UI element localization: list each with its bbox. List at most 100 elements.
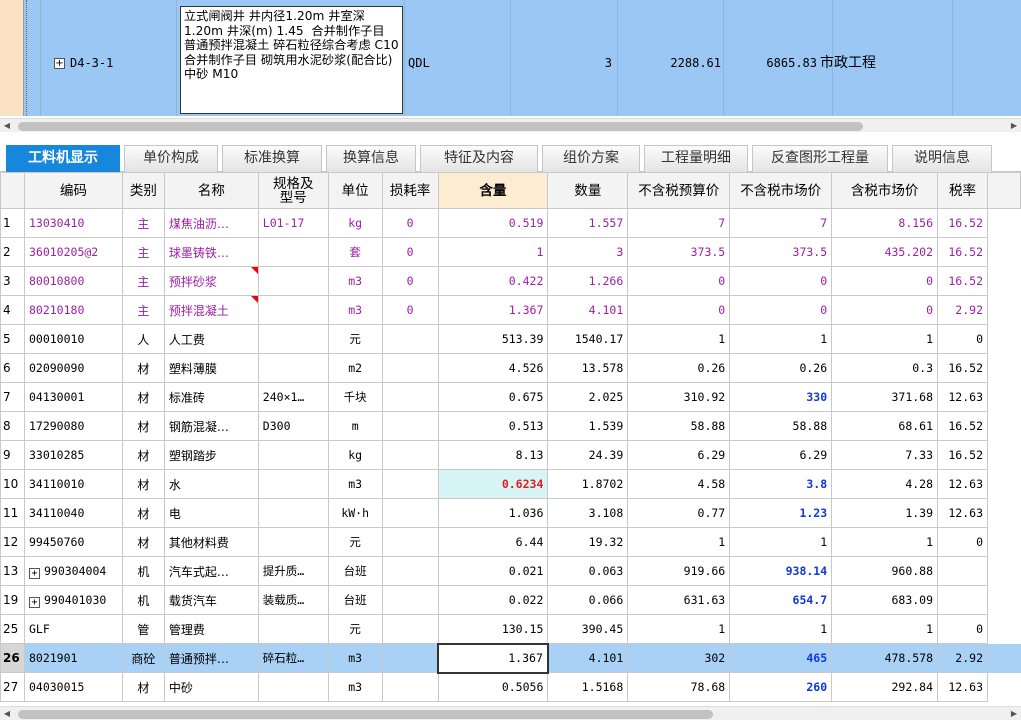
quantity-cell[interactable]: 1.5168 xyxy=(547,672,629,702)
header-name[interactable]: 名称 xyxy=(163,172,259,209)
header-market-price[interactable]: 不含税市场价 xyxy=(729,172,833,209)
row-number-cell[interactable]: 3 xyxy=(0,266,25,296)
name-cell[interactable]: 标准砖 xyxy=(163,382,259,412)
row-number-cell[interactable]: 13 xyxy=(0,556,25,586)
table-row[interactable]: 4 80210180 主预拌混凝土 m3 0 1.367 4.101 0 0 0 2.92 xyxy=(0,295,1021,325)
table-row[interactable]: 8 17290080 材钢筋混凝… D300 m 0.513 1.539 58.88 58.88… xyxy=(0,411,1021,441)
content-cell[interactable]: 1.036 xyxy=(437,498,549,528)
budget-price-cell[interactable]: 7 xyxy=(627,208,731,238)
code-cell[interactable]: GLF xyxy=(23,614,123,644)
budget-price-cell[interactable]: 78.68 xyxy=(627,672,731,702)
budget-price-cell[interactable]: 58.88 xyxy=(627,411,731,441)
quantity-cell[interactable]: 13.578 xyxy=(547,353,629,383)
unit-cell[interactable]: kg xyxy=(327,208,383,238)
tax-rate-cell[interactable]: 0 xyxy=(937,527,988,557)
content-cell[interactable]: 4.526 xyxy=(437,353,549,383)
content-cell[interactable]: 0.022 xyxy=(437,585,549,615)
market-price-cell[interactable]: 654.7 xyxy=(729,585,833,615)
quantity-cell[interactable]: 390.45 xyxy=(547,614,629,644)
code-cell[interactable]: +990304004 xyxy=(23,556,123,586)
name-cell[interactable]: 塑钢踏步 xyxy=(163,440,259,470)
market-price-cell[interactable]: 58.88 xyxy=(729,411,833,441)
quantity-cell[interactable]: 3 xyxy=(547,237,629,267)
market-price-tax-cell[interactable]: 478.578 xyxy=(831,643,939,673)
header-tax-rate[interactable]: 税率 xyxy=(937,172,988,209)
loss-rate-cell[interactable] xyxy=(381,498,439,528)
item-description-editor[interactable]: 立式闸阀井 井内径1.20m 井室深1.20m 井深(m) 1.45 合并制作子… xyxy=(180,6,403,114)
tab-reverse-graphic-quantity[interactable]: 反查图形工程量 xyxy=(752,145,888,172)
scroll-thumb[interactable] xyxy=(18,122,863,131)
header-category[interactable]: 类别 xyxy=(121,172,165,209)
row-number-cell[interactable]: 26 xyxy=(0,643,25,673)
quantity-cell[interactable]: 1.8702 xyxy=(547,469,629,499)
item-project-type[interactable]: 市政工程 xyxy=(820,52,876,72)
spec-cell[interactable] xyxy=(257,527,329,557)
content-cell[interactable]: 6.44 xyxy=(437,527,549,557)
row-number-cell[interactable]: 2 xyxy=(0,237,25,267)
content-cell[interactable]: 0.5056 xyxy=(437,672,549,702)
budget-price-cell[interactable]: 6.29 xyxy=(627,440,731,470)
name-cell[interactable]: 水 xyxy=(163,469,259,499)
spec-cell[interactable]: D300 xyxy=(257,411,329,441)
header-code[interactable]: 编码 xyxy=(23,172,123,209)
spec-cell[interactable] xyxy=(257,266,329,296)
unit-cell[interactable]: m3 xyxy=(327,295,383,325)
market-price-cell[interactable]: 0.26 xyxy=(729,353,833,383)
table-row[interactable]: 12 99450760 材其他材料费元 6.44 19.32 1 1 1 0 xyxy=(0,527,1021,557)
budget-price-cell[interactable]: 1 xyxy=(627,324,731,354)
name-cell[interactable]: 预拌砂浆 xyxy=(163,266,259,296)
loss-rate-cell[interactable] xyxy=(381,324,439,354)
category-cell[interactable]: 主 xyxy=(121,237,165,267)
loss-rate-cell[interactable] xyxy=(381,353,439,383)
tax-rate-cell[interactable] xyxy=(937,585,988,615)
content-cell[interactable]: 1.367 xyxy=(437,295,549,325)
name-cell[interactable]: 其他材料费 xyxy=(163,527,259,557)
code-cell[interactable]: 80010800 xyxy=(23,266,123,296)
tax-rate-cell[interactable]: 12.63 xyxy=(937,469,988,499)
unit-cell[interactable]: 套 xyxy=(327,237,383,267)
quantity-cell[interactable]: 1.557 xyxy=(547,208,629,238)
spec-cell[interactable] xyxy=(257,295,329,325)
category-cell[interactable]: 材 xyxy=(121,353,165,383)
spec-cell[interactable]: 装载质… xyxy=(257,585,329,615)
market-price-cell[interactable]: 0 xyxy=(729,266,833,296)
spec-cell[interactable] xyxy=(257,237,329,267)
row-number-cell[interactable]: 11 xyxy=(0,498,25,528)
loss-rate-cell[interactable]: 0 xyxy=(381,295,439,325)
table-row[interactable]: 9 33010285 材塑钢踏步 kg 8.13 24.39 6.29 6.29 7.33 16.… xyxy=(0,440,1021,470)
unit-cell[interactable]: m xyxy=(327,411,383,441)
header-market-price-tax[interactable]: 含税市场价 xyxy=(831,172,939,209)
quantity-cell[interactable]: 1.539 xyxy=(547,411,629,441)
category-cell[interactable]: 管 xyxy=(121,614,165,644)
unit-cell[interactable]: m3 xyxy=(327,266,383,296)
content-cell[interactable]: 0.519 xyxy=(437,208,549,238)
table-row[interactable]: 2 36010205@2 主球墨铸铁… 套 0 1 3 373.5 373.5 435.202 16… xyxy=(0,237,1021,267)
name-cell[interactable]: 塑料薄膜 xyxy=(163,353,259,383)
table-row[interactable]: 26 8021901 商砼 普通预拌… 碎石粒… m3 1.367 4.101 302 465 47… xyxy=(0,642,1021,674)
table-row[interactable]: 13 +990304004 机汽车式起… 提升质… 台班 0.021 0.063 919.66… xyxy=(0,556,1021,586)
budget-price-cell[interactable]: 373.5 xyxy=(627,237,731,267)
budget-price-cell[interactable]: 0 xyxy=(627,295,731,325)
market-price-tax-cell[interactable]: 683.09 xyxy=(831,585,939,615)
row-number-cell[interactable]: 27 xyxy=(0,672,25,702)
market-price-tax-cell[interactable]: 1 xyxy=(831,614,939,644)
selected-item-row[interactable]: + D4-3-1 立式闸阀井 井内径1.20m 井室深1.20m 井深(m) 1… xyxy=(0,0,1021,116)
code-cell[interactable]: +990401030 xyxy=(23,585,123,615)
spec-cell[interactable] xyxy=(257,440,329,470)
code-cell[interactable]: 04130001 xyxy=(23,382,123,412)
loss-rate-cell[interactable] xyxy=(381,614,439,644)
loss-rate-cell[interactable] xyxy=(381,556,439,586)
row-number-cell[interactable]: 9 xyxy=(0,440,25,470)
row-number-cell[interactable]: 6 xyxy=(0,353,25,383)
table-row[interactable]: 25 GLF 管管理费元 130.15 390.45 1 1 1 0 xyxy=(0,614,1021,644)
table-row[interactable]: 6 02090090 材塑料薄膜 m2 4.526 13.578 0.26 0.26 0.3 16… xyxy=(0,353,1021,383)
row-number-cell[interactable]: 12 xyxy=(0,527,25,557)
quantity-cell[interactable]: 4.101 xyxy=(547,295,629,325)
row-number-cell[interactable]: 1 xyxy=(0,208,25,238)
row-number-cell[interactable]: 8 xyxy=(0,411,25,441)
spec-cell[interactable] xyxy=(257,672,329,702)
item-total[interactable]: 6865.83 xyxy=(725,56,817,70)
spec-cell[interactable]: L01-17 xyxy=(257,208,329,238)
tax-rate-cell[interactable]: 16.52 xyxy=(937,208,988,238)
loss-rate-cell[interactable]: 0 xyxy=(381,208,439,238)
